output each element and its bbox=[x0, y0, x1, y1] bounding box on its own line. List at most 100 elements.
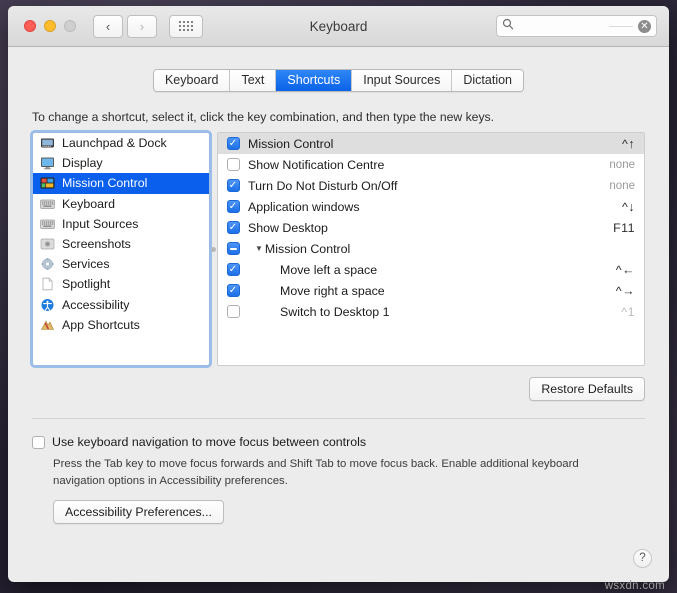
shortcut-checkbox-cell[interactable]: ✓ bbox=[218, 284, 248, 297]
checkbox-checked-icon[interactable]: ✓ bbox=[227, 200, 240, 213]
shortcut-checkbox-cell[interactable] bbox=[218, 158, 248, 171]
shortcut-checkbox-cell[interactable]: ✓ bbox=[218, 221, 248, 234]
shortcut-key[interactable]: ^← bbox=[616, 263, 635, 277]
shortcut-group-label: ▼ Mission Control bbox=[248, 242, 635, 256]
minimize-window-icon[interactable] bbox=[44, 20, 56, 32]
sidebar-item-label: Mission Control bbox=[62, 176, 147, 190]
shortcut-key[interactable]: ^→ bbox=[616, 284, 635, 298]
sidebar-item-mission-control[interactable]: Mission Control bbox=[33, 173, 209, 193]
section-divider bbox=[32, 418, 645, 419]
shortcut-checkbox-cell[interactable] bbox=[218, 305, 248, 318]
keyboard-navigation-description: Press the Tab key to move focus forwards… bbox=[53, 456, 633, 489]
keyboard-icon bbox=[40, 197, 55, 211]
shortcut-label: Turn Do Not Disturb On/Off bbox=[248, 179, 609, 193]
sidebar-item-app-shortcuts[interactable]: App Shortcuts bbox=[33, 315, 209, 335]
table-row[interactable]: ✓ Move left a space ^← bbox=[218, 259, 644, 280]
checkbox-unchecked-icon[interactable] bbox=[227, 158, 240, 171]
shortcut-key[interactable]: none bbox=[609, 180, 635, 192]
table-row[interactable]: ✓ Show Desktop F11 bbox=[218, 217, 644, 238]
watermark: wsxdn.com bbox=[605, 580, 665, 592]
checkbox-mixed-icon[interactable] bbox=[227, 242, 240, 255]
table-row[interactable]: Switch to Desktop 1 ^1 bbox=[218, 301, 644, 322]
search-icon bbox=[502, 17, 516, 35]
screenshots-icon bbox=[40, 237, 55, 251]
table-row[interactable]: ✓ Turn Do Not Disturb On/Off none bbox=[218, 175, 644, 196]
sidebar-item-input-sources[interactable]: Input Sources bbox=[33, 214, 209, 234]
tab-shortcuts[interactable]: Shortcuts bbox=[276, 70, 352, 91]
close-window-icon[interactable] bbox=[24, 20, 36, 32]
table-row-group-header[interactable]: ▼ Mission Control bbox=[218, 238, 644, 259]
checkbox-checked-icon[interactable]: ✓ bbox=[227, 263, 240, 276]
search-field[interactable]: ✕ bbox=[496, 15, 657, 37]
instruction-text: To change a shortcut, select it, click t… bbox=[32, 110, 645, 124]
tab-strip: Keyboard Text Shortcuts Input Sources Di… bbox=[8, 47, 669, 92]
tab-input-sources[interactable]: Input Sources bbox=[352, 70, 452, 91]
show-all-preferences-button[interactable] bbox=[169, 15, 203, 38]
launchpad-dock-icon bbox=[40, 136, 55, 150]
shortcut-list[interactable]: ✓ Mission Control ^↑ Show Notification C… bbox=[217, 132, 645, 366]
shortcut-label: Mission Control bbox=[248, 137, 622, 151]
tab-dictation[interactable]: Dictation bbox=[452, 70, 523, 91]
table-row[interactable]: ✓ Mission Control ^↑ bbox=[218, 133, 644, 154]
spotlight-doc-icon bbox=[40, 277, 55, 291]
keyboard-navigation-checkbox[interactable] bbox=[32, 436, 45, 449]
category-list[interactable]: Launchpad & Dock Display bbox=[32, 132, 210, 366]
checkbox-checked-icon[interactable]: ✓ bbox=[227, 221, 240, 234]
tab-text[interactable]: Text bbox=[230, 70, 276, 91]
restore-defaults-row: Restore Defaults bbox=[32, 377, 645, 401]
shortcut-label: Application windows bbox=[248, 200, 622, 214]
sidebar-item-label: Display bbox=[62, 156, 103, 170]
services-gear-icon bbox=[40, 257, 55, 271]
back-button[interactable]: ‹ bbox=[93, 15, 123, 38]
help-button[interactable]: ? bbox=[633, 549, 652, 568]
table-row[interactable]: ✓ Move right a space ^→ bbox=[218, 280, 644, 301]
chevron-down-icon[interactable]: ▼ bbox=[255, 245, 263, 253]
shortcut-key[interactable]: ^1 bbox=[621, 305, 635, 319]
checkbox-checked-icon[interactable]: ✓ bbox=[227, 284, 240, 297]
shortcut-key[interactable]: F11 bbox=[613, 221, 635, 235]
sidebar-item-display[interactable]: Display bbox=[33, 153, 209, 173]
group-title: Mission Control bbox=[265, 242, 350, 256]
shortcut-checkbox-cell[interactable]: ✓ bbox=[218, 263, 248, 276]
tab-keyboard[interactable]: Keyboard bbox=[154, 70, 231, 91]
forward-button[interactable]: › bbox=[127, 15, 157, 38]
pane-divider-handle[interactable] bbox=[210, 132, 217, 366]
traffic-light-group bbox=[24, 20, 76, 32]
shortcut-checkbox-cell[interactable]: ✓ bbox=[218, 137, 248, 150]
checkbox-unchecked-icon[interactable] bbox=[227, 305, 240, 318]
shortcut-key[interactable]: ^↓ bbox=[622, 200, 635, 214]
sidebar-item-launchpad-dock[interactable]: Launchpad & Dock bbox=[33, 133, 209, 153]
sidebar-item-keyboard[interactable]: Keyboard bbox=[33, 194, 209, 214]
shortcut-checkbox-cell[interactable]: ✓ bbox=[218, 200, 248, 213]
sidebar-item-label: Accessibility bbox=[62, 298, 129, 312]
mission-control-icon bbox=[40, 176, 55, 190]
sidebar-item-label: Keyboard bbox=[62, 197, 115, 211]
shortcut-key[interactable]: none bbox=[609, 159, 635, 171]
keyboard-preferences-window: ‹ › Keyboard ✕ Keyboard bbox=[8, 6, 669, 582]
search-input[interactable] bbox=[516, 20, 609, 32]
checkbox-checked-icon[interactable]: ✓ bbox=[227, 179, 240, 192]
shortcut-checkbox-cell[interactable] bbox=[218, 242, 248, 255]
zoom-window-icon[interactable] bbox=[64, 20, 76, 32]
shortcut-columns: Launchpad & Dock Display bbox=[32, 132, 645, 366]
table-row[interactable]: Show Notification Centre none bbox=[218, 154, 644, 175]
clear-search-icon[interactable]: ✕ bbox=[638, 20, 651, 33]
accessibility-preferences-row: Accessibility Preferences... bbox=[53, 500, 645, 524]
sidebar-item-spotlight[interactable]: Spotlight bbox=[33, 274, 209, 294]
table-row[interactable]: ✓ Application windows ^↓ bbox=[218, 196, 644, 217]
keyboard-navigation-option[interactable]: Use keyboard navigation to move focus be… bbox=[32, 435, 645, 449]
checkbox-checked-icon[interactable]: ✓ bbox=[227, 137, 240, 150]
sidebar-item-label: Spotlight bbox=[62, 277, 110, 291]
app-shortcuts-icon bbox=[40, 318, 55, 332]
shortcut-label: Switch to Desktop 1 bbox=[248, 305, 621, 319]
sidebar-item-label: App Shortcuts bbox=[62, 318, 140, 332]
shortcut-checkbox-cell[interactable]: ✓ bbox=[218, 179, 248, 192]
sidebar-item-services[interactable]: Services bbox=[33, 254, 209, 274]
restore-defaults-button[interactable]: Restore Defaults bbox=[529, 377, 645, 401]
shortcuts-pane: To change a shortcut, select it, click t… bbox=[8, 92, 669, 582]
sidebar-item-label: Services bbox=[62, 257, 110, 271]
sidebar-item-screenshots[interactable]: Screenshots bbox=[33, 234, 209, 254]
accessibility-preferences-button[interactable]: Accessibility Preferences... bbox=[53, 500, 224, 524]
sidebar-item-accessibility[interactable]: Accessibility bbox=[33, 295, 209, 315]
shortcut-key[interactable]: ^↑ bbox=[622, 137, 635, 151]
